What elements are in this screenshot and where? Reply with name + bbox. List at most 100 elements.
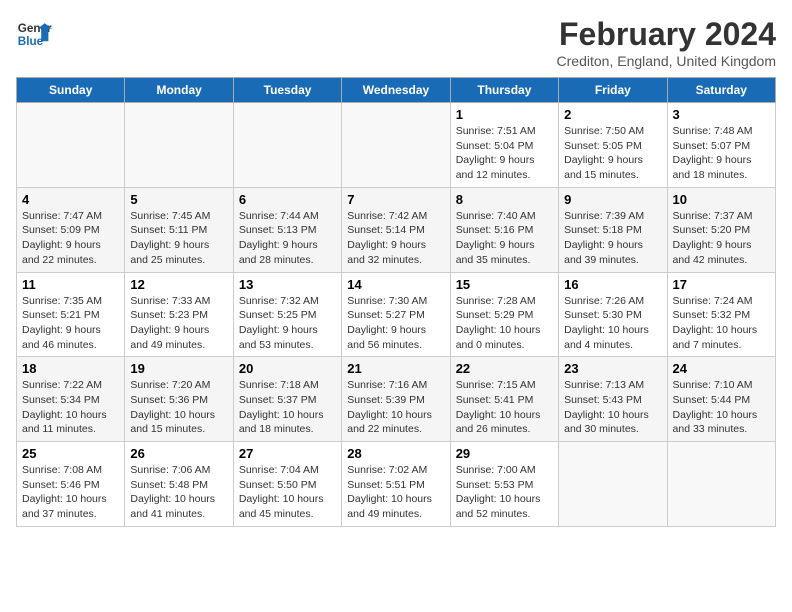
calendar-cell: 5Sunrise: 7:45 AMSunset: 5:11 PMDaylight… [125,187,233,272]
date-number: 13 [239,277,336,292]
cell-details: Sunrise: 7:16 AMSunset: 5:39 PMDaylight:… [347,378,444,437]
calendar-cell [559,442,667,527]
day-header-wednesday: Wednesday [342,78,450,103]
date-number: 17 [673,277,770,292]
cell-details: Sunrise: 7:39 AMSunset: 5:18 PMDaylight:… [564,209,661,268]
day-header-thursday: Thursday [450,78,558,103]
date-number: 25 [22,446,119,461]
cell-details: Sunrise: 7:42 AMSunset: 5:14 PMDaylight:… [347,209,444,268]
date-number: 18 [22,361,119,376]
date-number: 22 [456,361,553,376]
calendar-cell: 7 Sunrise: 7:42 AMSunset: 5:14 PMDaylight… [342,187,450,272]
date-number: 14 [347,277,444,292]
cell-details: Sunrise: 7:47 AMSunset: 5:09 PMDaylight:… [22,209,119,268]
week-row-2: 4 Sunrise: 7:47 AMSunset: 5:09 PMDaylight… [17,187,776,272]
calendar-cell: 20 Sunrise: 7:18 AMSunset: 5:37 PMDayligh… [233,357,341,442]
date-number: 2 [564,107,661,122]
cell-details: Sunrise: 7:33 AMSunset: 5:23 PMDaylight:… [130,294,227,353]
cell-details: Sunrise: 7:44 AMSunset: 5:13 PMDaylight:… [239,209,336,268]
page-title: February 2024 [557,16,776,53]
cell-details: Sunrise: 7:26 AMSunset: 5:30 PMDaylight:… [564,294,661,353]
date-number: 6 [239,192,336,207]
calendar-cell: 17 Sunrise: 7:24 AMSunset: 5:32 PMDayligh… [667,272,775,357]
calendar-cell: 15 Sunrise: 7:28 AMSunset: 5:29 PMDayligh… [450,272,558,357]
calendar-cell: 22 Sunrise: 7:15 AMSunset: 5:41 PMDayligh… [450,357,558,442]
date-number: 19 [130,361,227,376]
week-row-3: 11Sunrise: 7:35 AMSunset: 5:21 PMDayligh… [17,272,776,357]
cell-details: Sunrise: 7:51 AMSunset: 5:04 PMDaylight:… [456,124,553,183]
cell-details: Sunrise: 7:37 AMSunset: 5:20 PMDaylight:… [673,209,770,268]
svg-text:Blue: Blue [18,35,44,48]
calendar-cell: 3 Sunrise: 7:48 AMSunset: 5:07 PMDaylight… [667,103,775,188]
day-header-friday: Friday [559,78,667,103]
days-header-row: SundayMondayTuesdayWednesdayThursdayFrid… [17,78,776,103]
calendar-table: SundayMondayTuesdayWednesdayThursdayFrid… [16,77,776,527]
calendar-cell: 18 Sunrise: 7:22 AMSunset: 5:34 PMDayligh… [17,357,125,442]
cell-details: Sunrise: 7:15 AMSunset: 5:41 PMDaylight:… [456,378,553,437]
cell-details: Sunrise: 7:18 AMSunset: 5:37 PMDaylight:… [239,378,336,437]
date-number: 9 [564,192,661,207]
date-number: 27 [239,446,336,461]
calendar-cell: 6 Sunrise: 7:44 AMSunset: 5:13 PMDaylight… [233,187,341,272]
calendar-cell [17,103,125,188]
week-row-4: 18 Sunrise: 7:22 AMSunset: 5:34 PMDayligh… [17,357,776,442]
cell-details: Sunrise: 7:00 AMSunset: 5:53 PMDaylight:… [456,463,553,522]
date-number: 16 [564,277,661,292]
calendar-cell: 16 Sunrise: 7:26 AMSunset: 5:30 PMDayligh… [559,272,667,357]
cell-details: Sunrise: 7:20 AMSunset: 5:36 PMDaylight:… [130,378,227,437]
calendar-cell: 14 Sunrise: 7:30 AMSunset: 5:27 PMDayligh… [342,272,450,357]
calendar-cell: 8 Sunrise: 7:40 AMSunset: 5:16 PMDaylight… [450,187,558,272]
calendar-body: 1 Sunrise: 7:51 AMSunset: 5:04 PMDaylight… [17,103,776,527]
calendar-cell: 24 Sunrise: 7:10 AMSunset: 5:44 PMDayligh… [667,357,775,442]
date-number: 23 [564,361,661,376]
cell-details: Sunrise: 7:22 AMSunset: 5:34 PMDaylight:… [22,378,119,437]
calendar-cell: 12 Sunrise: 7:33 AMSunset: 5:23 PMDayligh… [125,272,233,357]
date-number: 5 [130,192,227,207]
calendar-cell: 27Sunrise: 7:04 AMSunset: 5:50 PMDayligh… [233,442,341,527]
cell-details: Sunrise: 7:06 AMSunset: 5:48 PMDaylight:… [130,463,227,522]
calendar-cell: 13 Sunrise: 7:32 AMSunset: 5:25 PMDayligh… [233,272,341,357]
week-row-5: 25Sunrise: 7:08 AMSunset: 5:46 PMDayligh… [17,442,776,527]
calendar-cell [342,103,450,188]
calendar-cell: 19 Sunrise: 7:20 AMSunset: 5:36 PMDayligh… [125,357,233,442]
week-row-1: 1 Sunrise: 7:51 AMSunset: 5:04 PMDaylight… [17,103,776,188]
date-number: 12 [130,277,227,292]
date-number: 7 [347,192,444,207]
day-header-saturday: Saturday [667,78,775,103]
cell-details: Sunrise: 7:10 AMSunset: 5:44 PMDaylight:… [673,378,770,437]
calendar-cell [667,442,775,527]
calendar-cell: 21 Sunrise: 7:16 AMSunset: 5:39 PMDayligh… [342,357,450,442]
date-number: 10 [673,192,770,207]
date-number: 8 [456,192,553,207]
cell-details: Sunrise: 7:40 AMSunset: 5:16 PMDaylight:… [456,209,553,268]
calendar-cell [233,103,341,188]
calendar-cell: 10 Sunrise: 7:37 AMSunset: 5:20 PMDayligh… [667,187,775,272]
cell-details: Sunrise: 7:24 AMSunset: 5:32 PMDaylight:… [673,294,770,353]
calendar-cell: 4 Sunrise: 7:47 AMSunset: 5:09 PMDaylight… [17,187,125,272]
date-number: 24 [673,361,770,376]
cell-details: Sunrise: 7:50 AMSunset: 5:05 PMDaylight:… [564,124,661,183]
cell-details: Sunrise: 7:28 AMSunset: 5:29 PMDaylight:… [456,294,553,353]
cell-details: Sunrise: 7:02 AMSunset: 5:51 PMDaylight:… [347,463,444,522]
calendar-cell: 26Sunrise: 7:06 AMSunset: 5:48 PMDayligh… [125,442,233,527]
cell-details: Sunrise: 7:48 AMSunset: 5:07 PMDaylight:… [673,124,770,183]
logo: General Blue [16,16,52,52]
page-header: General Blue February 2024 Crediton, Eng… [16,16,776,69]
date-number: 21 [347,361,444,376]
logo-icon: General Blue [16,16,52,52]
calendar-cell: 23Sunrise: 7:13 AMSunset: 5:43 PMDayligh… [559,357,667,442]
calendar-cell: 28Sunrise: 7:02 AMSunset: 5:51 PMDayligh… [342,442,450,527]
cell-details: Sunrise: 7:30 AMSunset: 5:27 PMDaylight:… [347,294,444,353]
title-block: February 2024 Crediton, England, United … [557,16,776,69]
cell-details: Sunrise: 7:32 AMSunset: 5:25 PMDaylight:… [239,294,336,353]
date-number: 1 [456,107,553,122]
date-number: 20 [239,361,336,376]
day-header-tuesday: Tuesday [233,78,341,103]
calendar-cell: 25Sunrise: 7:08 AMSunset: 5:46 PMDayligh… [17,442,125,527]
date-number: 15 [456,277,553,292]
calendar-cell: 29Sunrise: 7:00 AMSunset: 5:53 PMDayligh… [450,442,558,527]
date-number: 4 [22,192,119,207]
calendar-cell: 9 Sunrise: 7:39 AMSunset: 5:18 PMDaylight… [559,187,667,272]
page-subtitle: Crediton, England, United Kingdom [557,53,776,69]
date-number: 3 [673,107,770,122]
